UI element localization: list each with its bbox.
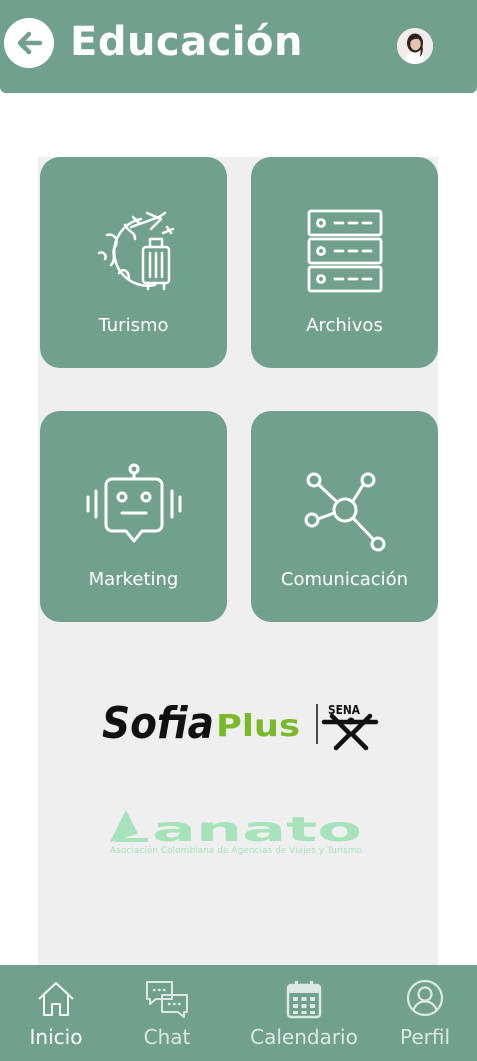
nav-label: Perfil: [399, 1025, 451, 1049]
network-nodes-icon: [304, 472, 385, 552]
avatar[interactable]: [397, 28, 433, 64]
nav-item-inicio[interactable]: Inicio: [16, 965, 96, 1061]
card-label: Turismo: [98, 315, 169, 336]
arrow-left-icon: [17, 31, 43, 55]
card-comunicacion[interactable]: Comunicación: [251, 411, 438, 622]
card-turismo[interactable]: Turismo: [40, 157, 227, 368]
card-label: Marketing: [88, 569, 179, 590]
plus-text: Plus: [216, 709, 300, 744]
card-label: Archivos: [306, 315, 383, 336]
bottom-nav: Inicio Chat Calendario Perfil: [0, 965, 477, 1061]
anato-subtitle: Asociación Colombiana de Agencias de Via…: [110, 845, 362, 856]
anato-text: anato: [152, 810, 362, 850]
home-icon: [38, 982, 74, 1016]
anato-logo: anato Asociación Colombiana de Agencias …: [108, 808, 368, 858]
nav-label: Calendario: [250, 1025, 358, 1049]
server-rack-icon: [307, 209, 382, 293]
sofia-text: Sofia: [102, 698, 214, 749]
card-marketing[interactable]: Marketing: [40, 411, 227, 622]
anato-mark-icon: [110, 810, 148, 842]
nav-item-chat[interactable]: Chat: [127, 965, 207, 1061]
nav-item-perfil[interactable]: Perfil: [394, 965, 456, 1061]
app-header: Educación: [0, 0, 477, 93]
chat-bubbles-icon: [146, 981, 188, 1018]
user-avatar-image: [397, 28, 433, 64]
calendar-icon: [286, 981, 322, 1019]
robot-chat-icon: [86, 463, 181, 543]
travel-globe-luggage-icon: [97, 211, 174, 291]
sofia-plus-logo: Sofia Plus SENA: [100, 690, 380, 756]
user-icon: [406, 979, 444, 1017]
card-label: Comunicación: [280, 569, 409, 590]
page-title: Educación: [70, 19, 304, 65]
sena-figure-icon: [321, 713, 379, 751]
card-archivos[interactable]: Archivos: [251, 157, 438, 368]
nav-item-calendario[interactable]: Calendario: [242, 965, 366, 1061]
nav-label: Chat: [143, 1025, 191, 1049]
nav-label: Inicio: [29, 1025, 83, 1049]
back-button[interactable]: [4, 18, 54, 68]
